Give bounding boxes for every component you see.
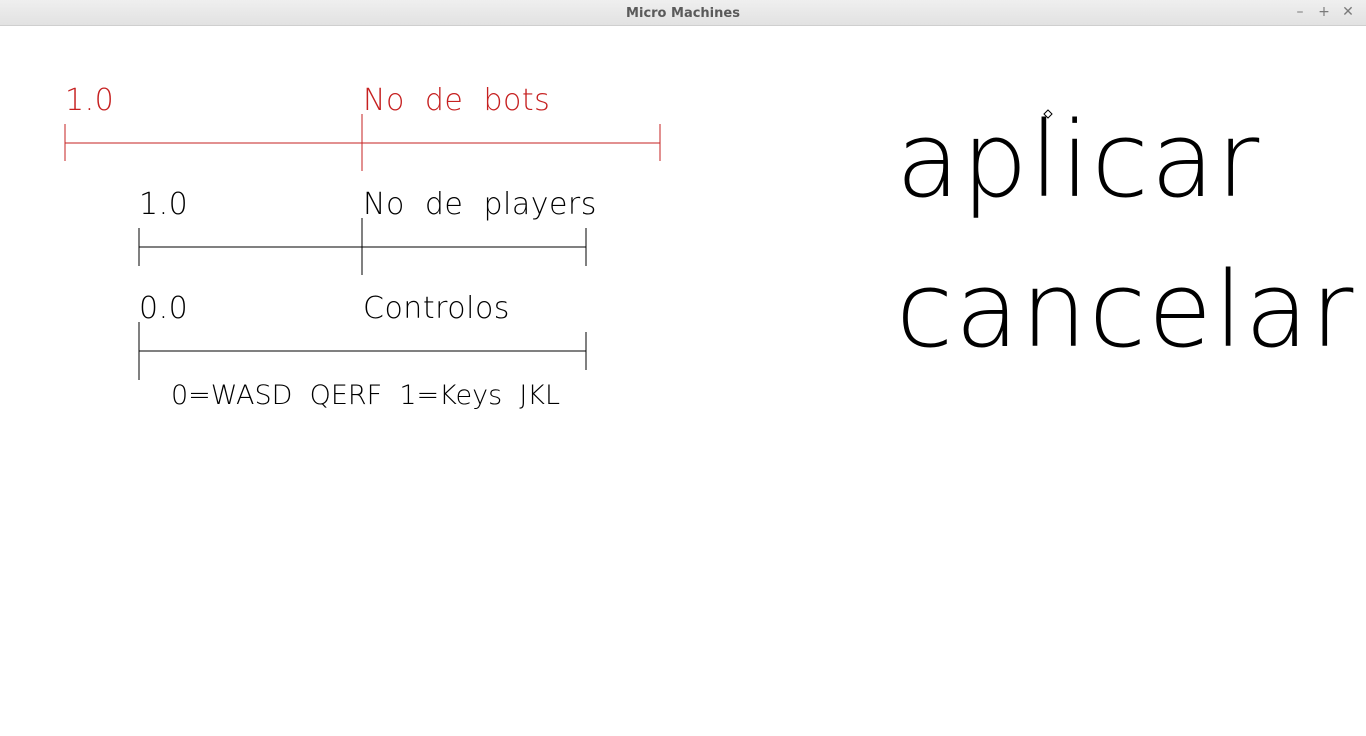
slider-bots-title: No de bots [363,83,551,118]
window-titlebar[interactable]: Micro Machines – + ✕ [0,0,1366,26]
minimize-icon[interactable]: – [1291,3,1309,21]
controls-hint: 0=WASD QERF 1=Keys JKL [171,380,561,411]
window-title: Micro Machines [626,6,740,21]
slider-controls-title: Controlos [363,291,510,326]
slider-players-title: No de players [363,187,597,222]
maximize-icon[interactable]: + [1315,3,1333,21]
game-canvas: 1.0 No de bots 1.0 No de players 0.0 Con… [0,26,1366,736]
slider-players-value: 1.0 [139,187,189,222]
apply-button[interactable]: aplicar [896,108,1261,212]
slider-bots[interactable] [64,114,661,171]
close-icon[interactable]: ✕ [1339,3,1357,21]
slider-controls-value: 0.0 [139,291,189,326]
slider-players[interactable] [138,218,587,275]
slider-bots-value: 1.0 [65,83,115,118]
cancel-button[interactable]: cancelar [896,258,1355,362]
slider-controls[interactable] [138,322,587,380]
